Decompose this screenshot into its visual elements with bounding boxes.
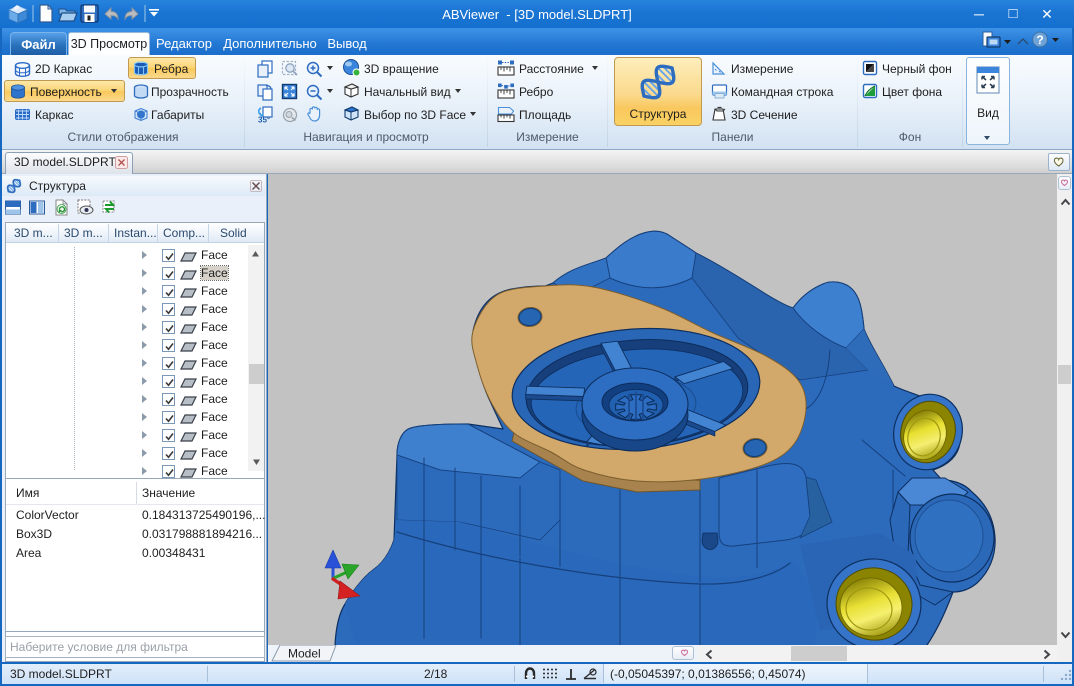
svg-text:Model: Model bbox=[288, 647, 321, 661]
svg-text:?: ? bbox=[1036, 33, 1043, 47]
svg-text:35°: 35° bbox=[258, 116, 270, 125]
